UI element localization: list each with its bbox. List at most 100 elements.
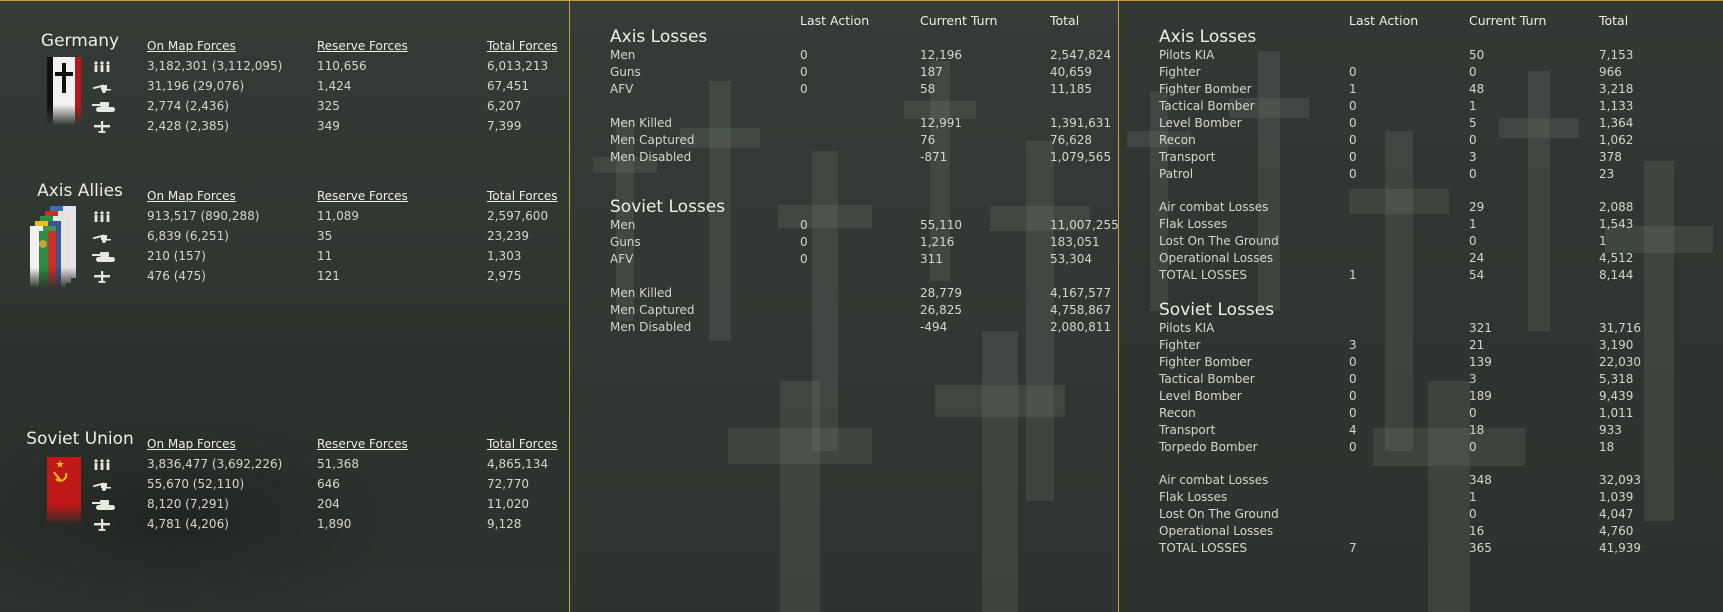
on-map-value: 6,839 (6,251): [147, 229, 229, 243]
row-label: Men: [610, 218, 636, 232]
row-label: TOTAL LOSSES: [1159, 541, 1248, 555]
last-action-value: 0: [800, 48, 808, 62]
aircraft-icon: [92, 519, 112, 531]
row-label: Men Killed: [610, 286, 673, 300]
grave-cross-decoration: [728, 427, 872, 464]
on-map-value: 476 (475): [147, 269, 206, 283]
current-turn-value: 189: [1469, 389, 1492, 403]
current-turn-value: 187: [920, 65, 943, 79]
row-label: Transport: [1159, 423, 1216, 437]
reserve-forces-header: Reserve Forces: [317, 189, 408, 203]
grave-cross-decoration: [982, 331, 1018, 612]
grave-cross-decoration: [1499, 117, 1579, 138]
on-map-value: 31,196 (29,076): [147, 79, 245, 93]
total-value: 6,013,213: [487, 59, 549, 73]
aircraft-icon: [92, 121, 112, 133]
total-value: 3,218: [1599, 82, 1634, 96]
air-losses-panel: Last Action Current Turn Total Axis Losses P…: [1118, 0, 1723, 612]
grave-cross-decoration: [1428, 381, 1470, 612]
reserve-value: 11: [317, 249, 333, 263]
reserve-value: 646: [317, 477, 340, 491]
on-map-forces-header: On Map Forces: [147, 189, 236, 203]
grave-cross-decoration: [1348, 188, 1450, 214]
current-turn-value: 311: [920, 252, 943, 266]
axis-allies-flags: [22, 206, 82, 298]
current-turn-value: 348: [1469, 473, 1492, 487]
on-map-value: 3,182,301 (3,112,095): [147, 59, 283, 73]
last-action-value: 0: [1349, 389, 1357, 403]
reserve-value: 325: [317, 99, 340, 113]
last-action-value: 0: [1349, 406, 1357, 420]
on-map-value: 913,517 (890,288): [147, 209, 260, 223]
gun-icon: [92, 81, 112, 93]
row-label: Tactical Bomber: [1159, 99, 1255, 113]
current-turn-value: 365: [1469, 541, 1492, 555]
row-label: Fighter: [1159, 338, 1201, 352]
reserve-value: 1,424: [317, 79, 352, 93]
current-turn-value: 0: [1469, 440, 1477, 454]
total-value: 1,391,631: [1050, 116, 1112, 130]
total-value: 1,364: [1599, 116, 1634, 130]
total-value: 7,153: [1599, 48, 1634, 62]
on-map-value: 4,781 (4,206): [147, 517, 229, 531]
last-action-value: 3: [1349, 338, 1357, 352]
grave-cross-decoration: [935, 385, 1065, 418]
row-label: Flak Losses: [1159, 217, 1228, 231]
total-value: 2,080,811: [1050, 320, 1112, 334]
total-value: 23: [1599, 167, 1615, 181]
row-label: Men: [610, 48, 636, 62]
current-turn-value: 3: [1469, 150, 1477, 164]
grave-cross-decoration: [1385, 131, 1413, 451]
on-map-value: 55,670 (52,110): [147, 477, 245, 491]
current-turn-value: 18: [1469, 423, 1485, 437]
total-value: 23,239: [487, 229, 529, 243]
total-value: 1: [1599, 234, 1607, 248]
total-value: 2,597,600: [487, 209, 549, 223]
row-label: Tactical Bomber: [1159, 372, 1255, 386]
current-turn-value: 58: [920, 82, 936, 96]
infantry-icon: [92, 61, 112, 73]
last-action-value: 0: [1349, 167, 1357, 181]
total-forces-header: Total Forces: [487, 437, 558, 451]
total-value: 1,303: [487, 249, 522, 263]
on-map-value: 2,774 (2,436): [147, 99, 229, 113]
total-value: 53,304: [1050, 252, 1092, 266]
total-value: 67,451: [487, 79, 529, 93]
row-label: Lost On The Ground: [1159, 234, 1279, 248]
row-label: Fighter Bomber: [1159, 82, 1252, 96]
total-header: Total: [1599, 13, 1629, 28]
soviet-flag: [47, 457, 81, 529]
on-map-value: 210 (157): [147, 249, 206, 263]
nation-name: Axis Allies: [37, 181, 123, 201]
total-value: 4,512: [1599, 251, 1634, 265]
current-turn-value: 12,991: [920, 116, 962, 130]
total-value: 4,865,134: [487, 457, 549, 471]
current-turn-value: 1: [1469, 217, 1477, 231]
last-action-value: 0: [800, 218, 808, 232]
total-value: 11,007,255: [1050, 218, 1118, 232]
total-forces-header: Total Forces: [487, 39, 558, 53]
current-turn-value: 0: [1469, 65, 1477, 79]
row-label: Operational Losses: [1159, 251, 1274, 265]
row-label: Recon: [1159, 133, 1196, 147]
ground-losses-panel: Last Action Current Turn Total Axis Losses M…: [569, 0, 1118, 612]
current-turn-value: 54: [1469, 268, 1485, 282]
on-map-forces-header: On Map Forces: [147, 39, 236, 53]
reserve-value: 121: [317, 269, 340, 283]
total-value: 183,051: [1050, 235, 1100, 249]
last-action-value: 0: [1349, 355, 1357, 369]
last-action-value: 7: [1349, 541, 1357, 555]
section-title: Soviet Losses: [1159, 300, 1275, 320]
total-forces-header: Total Forces: [487, 189, 558, 203]
reserve-forces-header: Reserve Forces: [317, 437, 408, 451]
row-label: Fighter: [1159, 65, 1201, 79]
current-turn-value: 24: [1469, 251, 1485, 265]
section-title: Soviet Losses: [610, 197, 726, 217]
last-action-value: 0: [800, 82, 808, 96]
last-action-value: 0: [1349, 150, 1357, 164]
last-action-value: 0: [800, 65, 808, 79]
gun-icon: [92, 479, 112, 491]
row-label: Torpedo Bomber: [1159, 440, 1258, 454]
gun-icon: [92, 231, 112, 243]
reserve-value: 11,089: [317, 209, 359, 223]
